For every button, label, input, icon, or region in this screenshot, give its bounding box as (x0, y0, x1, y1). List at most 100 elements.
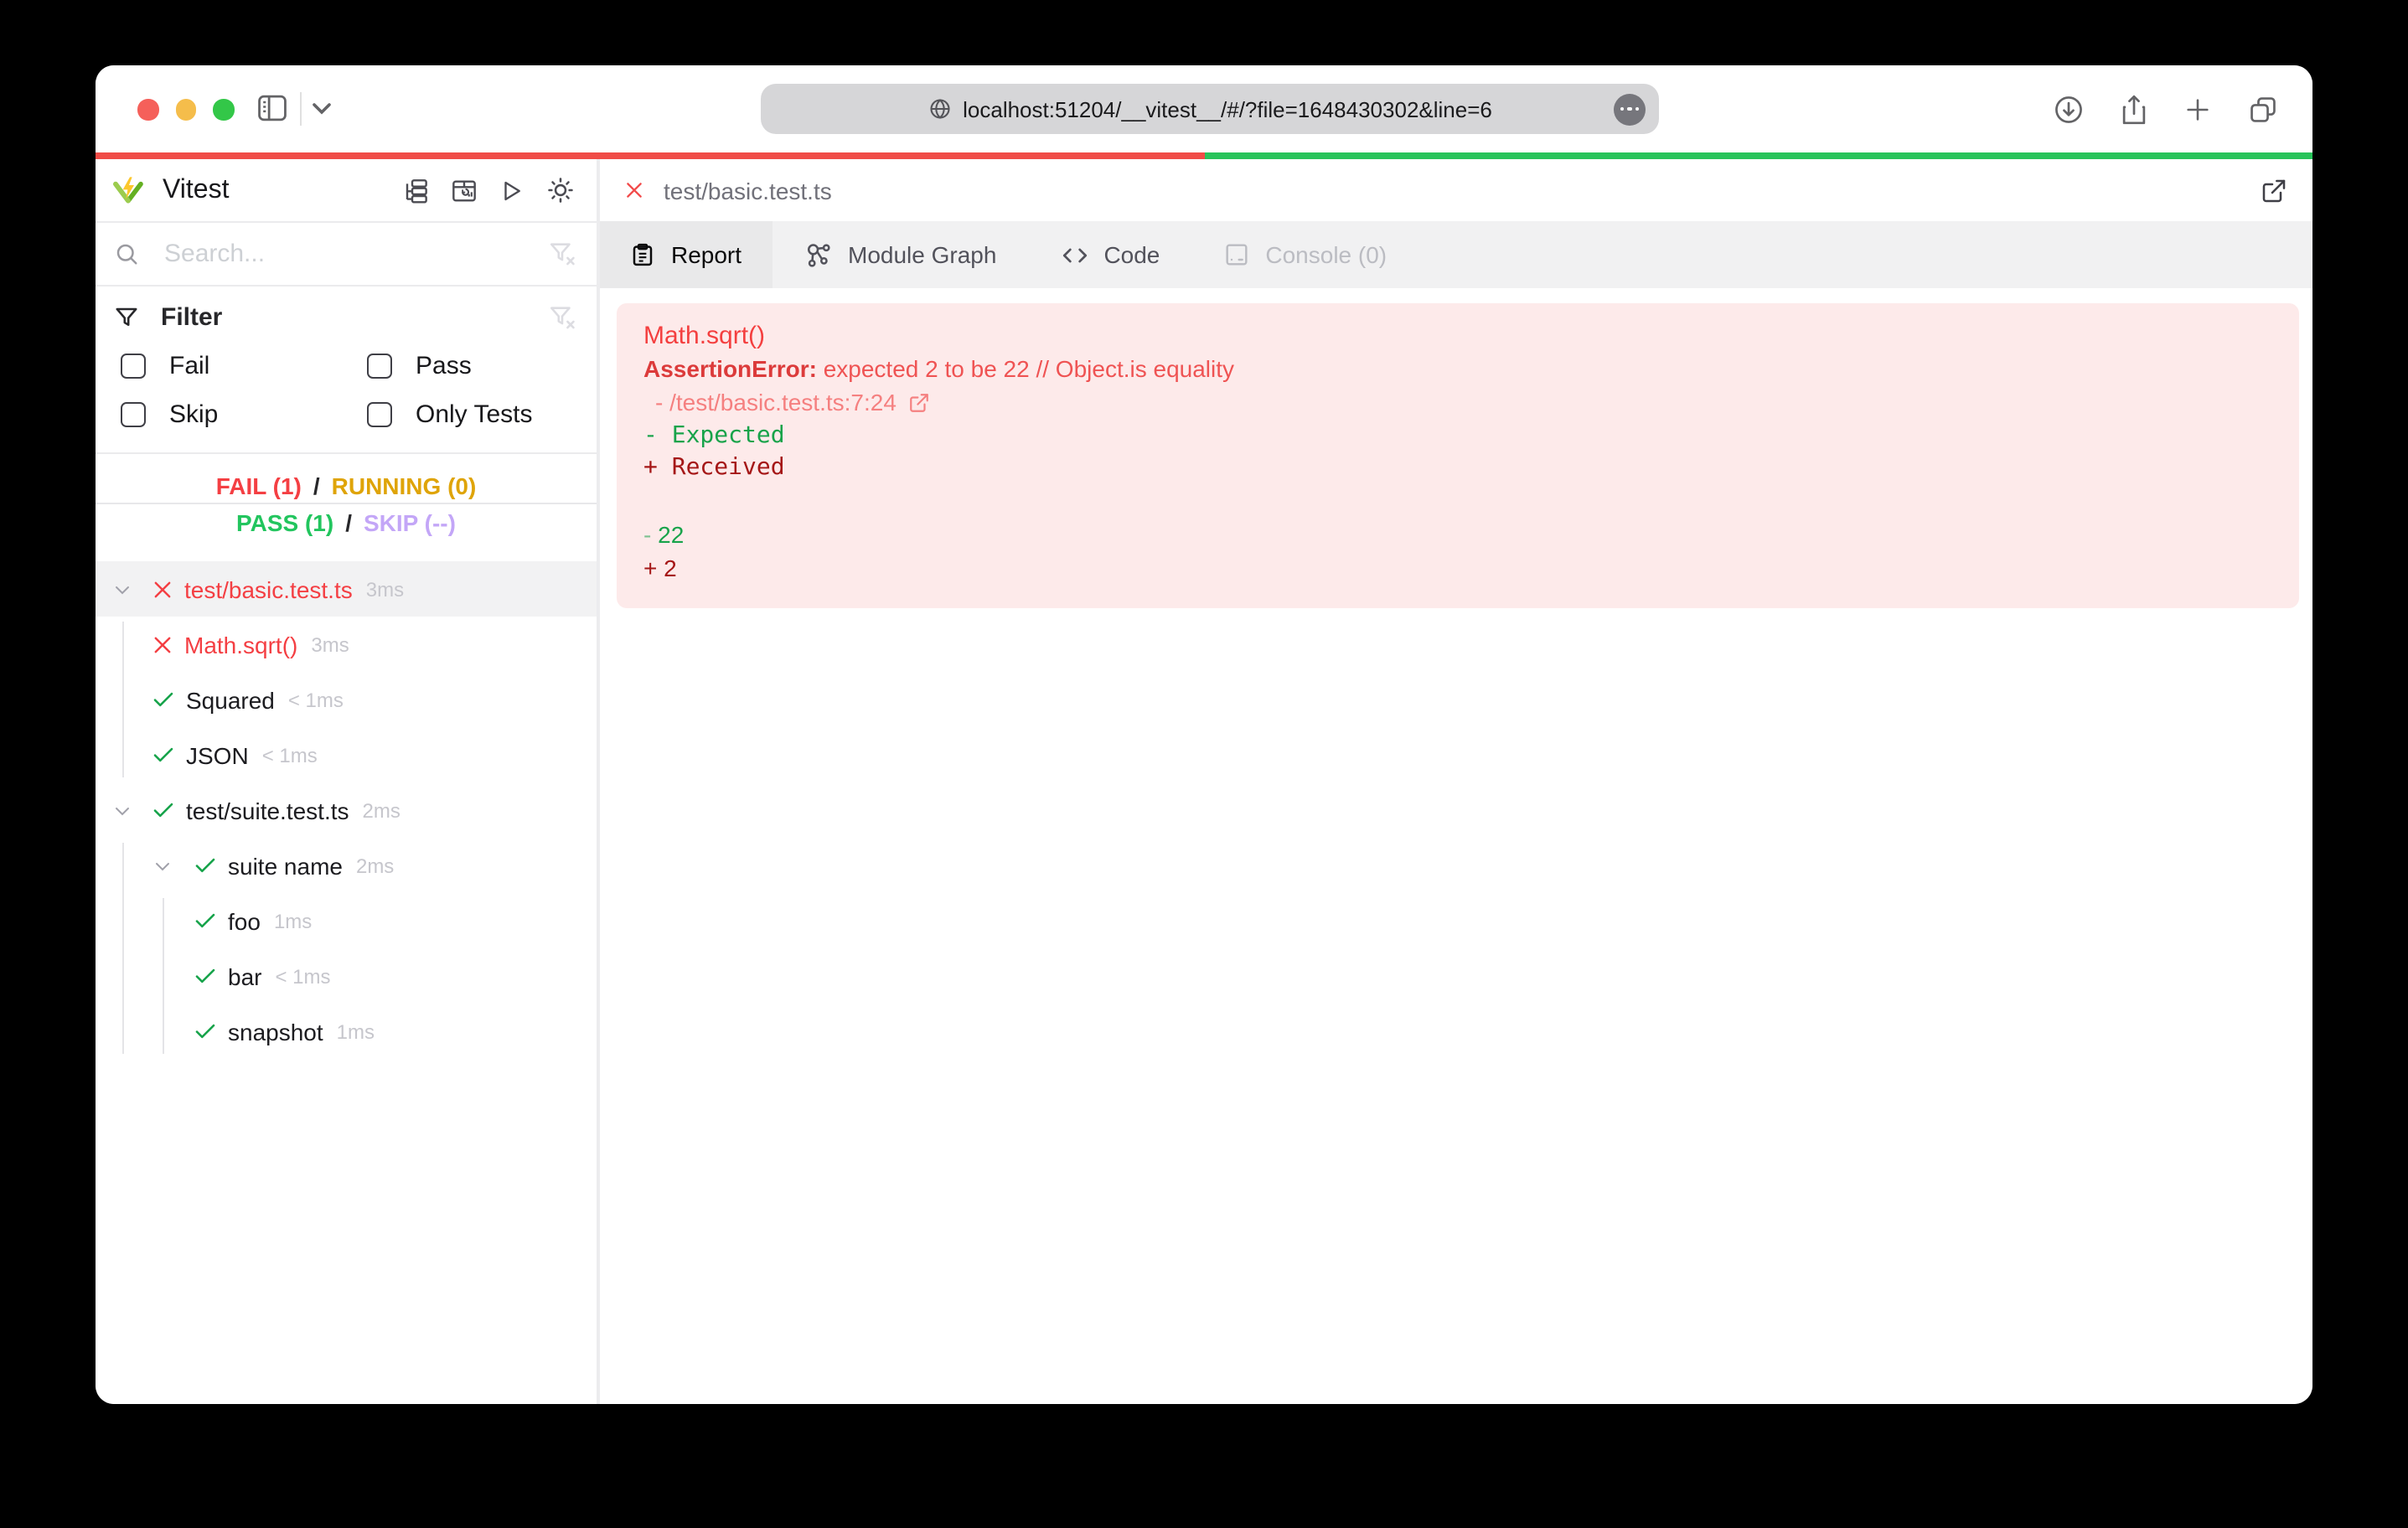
clear-search-filter-icon[interactable] (548, 240, 576, 268)
run-all-icon[interactable] (499, 177, 524, 204)
progress-pass-segment (1204, 152, 2312, 159)
test-label: Math.sqrt() (184, 631, 297, 658)
report-clipboard-icon (631, 241, 656, 268)
tree-item-foo[interactable]: foo 1ms (96, 893, 597, 948)
group-tests-icon[interactable] (402, 177, 429, 204)
progress-fail-segment (96, 152, 1204, 159)
sidebar: Vitest (96, 159, 597, 1404)
pass-checkbox[interactable] (367, 354, 392, 379)
skip-checkbox[interactable] (121, 402, 146, 427)
code-icon (1060, 240, 1088, 269)
only-tests-label: Only Tests (416, 400, 533, 429)
sidebar-toggle-icon[interactable] (256, 94, 288, 122)
filter-fail[interactable]: Fail (121, 352, 367, 380)
error-name: AssertionError: (643, 354, 824, 381)
tree-item-file-suite[interactable]: test/suite.test.ts 2ms (96, 782, 597, 838)
vitest-brand: Vitest (111, 173, 402, 207)
test-label: suite name (228, 852, 343, 879)
test-duration: < 1ms (288, 688, 344, 711)
tree-item-suite-name[interactable]: suite name 2ms (96, 838, 597, 893)
main-tabs: Report Module Graph Code (600, 221, 2312, 288)
skip-count: SKIP (--) (364, 509, 456, 536)
new-tab-button[interactable] (2183, 95, 2212, 123)
module-graph-icon (804, 240, 833, 269)
screen: localhost:51204/__vitest__/#/?file=16484… (0, 0, 2408, 1528)
pass-check-icon (151, 798, 176, 823)
test-tree: test/basic.test.ts 3ms Math.sqrt() 3ms S… (96, 561, 597, 1059)
diff-removed-line: - 22 (643, 519, 2272, 553)
summary-separator: / (345, 509, 352, 536)
tree-item-snapshot[interactable]: snapshot 1ms (96, 1004, 597, 1059)
only-tests-checkbox[interactable] (367, 402, 392, 427)
stack-frame-link[interactable]: - /test/basic.test.ts:7:24 (643, 387, 2272, 420)
close-window-button[interactable] (137, 99, 158, 120)
zoom-window-button[interactable] (213, 99, 234, 120)
clear-filter-icon[interactable] (548, 303, 576, 332)
main-panel: test/basic.test.ts Report (600, 159, 2312, 1404)
open-in-editor-icon[interactable] (2261, 177, 2287, 204)
diff-removed-value: 22 (651, 520, 684, 547)
stack-frame-text: - /test/basic.test.ts:7:24 (655, 387, 897, 420)
tab-module-graph[interactable]: Module Graph (773, 221, 1028, 288)
chevron-down-icon[interactable] (152, 855, 173, 875)
tree-item-json[interactable]: JSON < 1ms (96, 727, 597, 782)
traffic-lights (137, 99, 234, 120)
chevron-down-icon[interactable] (112, 579, 132, 599)
tree-item-squared[interactable]: Squared < 1ms (96, 672, 597, 727)
test-duration: 2ms (363, 798, 400, 822)
chevron-down-icon[interactable] (112, 800, 132, 820)
tab-report[interactable]: Report (600, 221, 773, 288)
search-icon (114, 241, 139, 266)
search-input[interactable] (161, 238, 548, 270)
filter-section-header: Filter (96, 286, 597, 348)
diff-blank-line (643, 486, 2272, 519)
diff-expected-header: - Expected (643, 421, 2272, 453)
tree-item-math-sqrt[interactable]: Math.sqrt() 3ms (96, 617, 597, 672)
summary-separator: / (313, 472, 320, 499)
downloads-button[interactable] (2053, 93, 2085, 125)
vitest-logo-icon (111, 173, 146, 207)
browser-window: localhost:51204/__vitest__/#/?file=16484… (96, 65, 2312, 1404)
pass-count: PASS (1) (236, 509, 333, 536)
pass-check-icon (193, 963, 218, 989)
pass-check-icon (193, 908, 218, 933)
dashboard-icon[interactable] (451, 177, 478, 204)
tab-report-label: Report (671, 241, 742, 268)
skip-label: Skip (169, 400, 218, 429)
search-bar (96, 223, 597, 286)
test-duration: < 1ms (275, 964, 330, 988)
console-icon (1223, 241, 1250, 268)
filter-skip[interactable]: Skip (121, 400, 367, 429)
error-report-panel: Math.sqrt() AssertionError: expected 2 t… (617, 303, 2299, 608)
test-duration: < 1ms (262, 743, 318, 767)
minimize-window-button[interactable] (175, 99, 196, 120)
toolbar-divider (300, 92, 302, 126)
fail-label: Fail (169, 352, 209, 380)
filter-funnel-icon (114, 305, 139, 330)
test-label: snapshot (228, 1018, 323, 1045)
test-label: JSON (186, 741, 249, 768)
filter-pass[interactable]: Pass (367, 352, 580, 380)
filter-only-tests[interactable]: Only Tests (367, 400, 580, 429)
tree-item-bar[interactable]: bar < 1ms (96, 948, 597, 1004)
test-duration: 2ms (356, 854, 394, 877)
pass-check-icon (151, 687, 176, 712)
page-settings-button[interactable] (1614, 93, 1646, 125)
url-bar[interactable]: localhost:51204/__vitest__/#/?file=16484… (761, 84, 1659, 134)
tab-console-label: Console (0) (1265, 241, 1387, 268)
share-button[interactable] (2120, 93, 2148, 125)
tree-item-file-basic[interactable]: test/basic.test.ts 3ms (96, 561, 597, 617)
chevron-down-icon[interactable] (312, 102, 332, 116)
test-progress-bar (96, 152, 2312, 159)
fail-checkbox[interactable] (121, 354, 146, 379)
error-message: expected 2 to be 22 // Object.is equalit… (824, 354, 1234, 381)
tab-overview-button[interactable] (2247, 93, 2279, 125)
file-header: test/basic.test.ts (600, 159, 2312, 221)
tab-module-graph-label: Module Graph (848, 241, 996, 268)
external-link-icon[interactable] (908, 393, 930, 415)
test-duration: 3ms (311, 632, 349, 656)
tab-console: Console (0) (1191, 221, 1418, 288)
tab-code[interactable]: Code (1028, 221, 1191, 288)
url-text[interactable]: localhost:51204/__vitest__/#/?file=16484… (963, 96, 1492, 121)
theme-toggle-sun-icon[interactable] (546, 176, 575, 204)
